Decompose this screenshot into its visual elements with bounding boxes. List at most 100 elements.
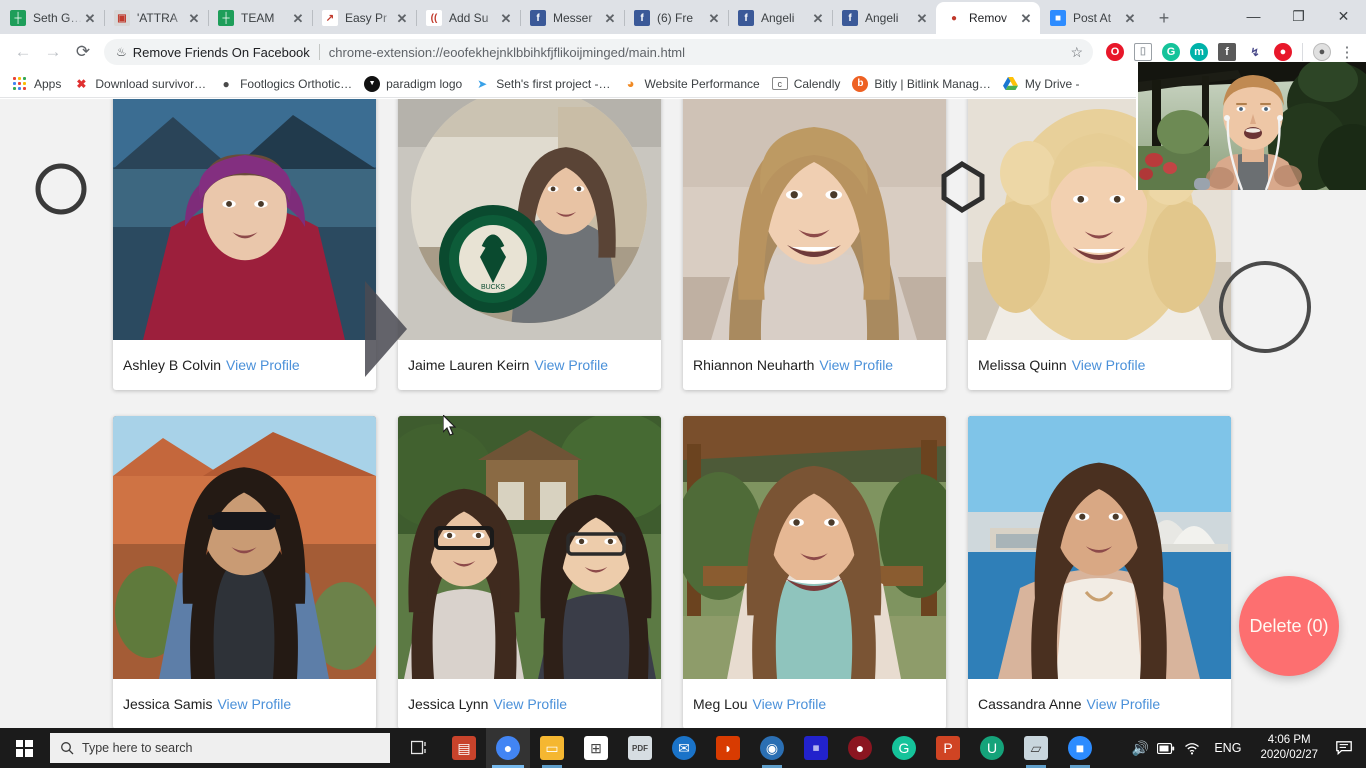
view-profile-link[interactable]: View Profile xyxy=(534,357,608,373)
numerology-icon[interactable]: ▦ xyxy=(794,728,838,768)
browser-tab-title: Angeli xyxy=(865,11,899,25)
remove-friends-app-icon[interactable]: ● xyxy=(838,728,882,768)
speaker-icon[interactable]: 🔊 xyxy=(1127,728,1153,768)
winrar-icon[interactable]: ▤ xyxy=(442,728,486,768)
google-chrome-icon[interactable]: ● xyxy=(486,728,530,768)
task-view-icon[interactable] xyxy=(398,728,442,768)
tab-close-icon[interactable]: ✕ xyxy=(394,10,410,26)
address-bar[interactable]: ♨ Remove Friends On Facebook chrome-exte… xyxy=(104,39,1093,65)
back-button[interactable]: ← xyxy=(8,37,38,67)
delete-button[interactable]: Delete (0) xyxy=(1239,576,1339,676)
start-button[interactable] xyxy=(0,728,48,768)
grammarly-app-icon[interactable]: G xyxy=(882,728,926,768)
bookmark-2[interactable]: ✖ Download survivor… xyxy=(69,74,214,94)
view-profile-link[interactable]: View Profile xyxy=(226,357,300,373)
notification-center-icon[interactable] xyxy=(1328,728,1360,768)
facebook-icon: f xyxy=(842,10,858,26)
tab-close-icon[interactable]: ✕ xyxy=(290,10,306,26)
calendly-icon: c xyxy=(771,77,788,90)
browser-tab-3[interactable]: ┼ TEAM ✕ xyxy=(208,2,312,34)
thunderbird-icon[interactable]: ✉ xyxy=(662,728,706,768)
opera-gx-icon[interactable]: O xyxy=(1102,39,1128,65)
tab-close-icon[interactable]: ✕ xyxy=(914,10,930,26)
reload-button[interactable]: ⟳ xyxy=(68,37,98,67)
bookmark-7[interactable]: c Calendly xyxy=(768,75,849,93)
tab-close-icon[interactable]: ✕ xyxy=(810,10,826,26)
tab-close-icon[interactable]: ✕ xyxy=(186,10,202,26)
wifi-icon[interactable] xyxy=(1179,728,1205,768)
iobit-uninstaller-icon[interactable]: U xyxy=(970,728,1014,768)
view-profile-link[interactable]: View Profile xyxy=(1072,357,1146,373)
browser-tab-6[interactable]: f Messer ✕ xyxy=(520,2,624,34)
browser-tab-8[interactable]: f Angeli ✕ xyxy=(728,2,832,34)
taskbar-search-input[interactable]: Type here to search xyxy=(50,733,390,763)
bookmark-4[interactable]: ▼ paradigm logo xyxy=(360,74,470,94)
address-bar-url[interactable]: chrome-extension://eoofekhejnklbbihkfjfl… xyxy=(329,45,1063,60)
friend-photo[interactable] xyxy=(683,416,946,679)
language-indicator[interactable]: ENG xyxy=(1205,741,1250,755)
browser-tab-5[interactable]: ((Add Su ✕ xyxy=(416,2,520,34)
friend-photo[interactable] xyxy=(968,416,1231,679)
tab-close-icon[interactable]: ✕ xyxy=(498,10,514,26)
battery-icon[interactable] xyxy=(1153,728,1179,768)
tab-close-icon[interactable]: ✕ xyxy=(82,10,98,26)
drop-icon: ◕ xyxy=(626,76,635,91)
minimize-button[interactable]: — xyxy=(1231,0,1276,32)
bookmark-9[interactable]: My Drive - xyxy=(999,74,1088,94)
browser-tab-title: Seth G… xyxy=(33,11,82,25)
tab-close-icon[interactable]: ✕ xyxy=(602,10,618,26)
image-icon: ▣ xyxy=(114,10,130,26)
friend-card[interactable]: Ashley B Colvin View Profile xyxy=(113,99,376,390)
friend-card-label: Jessica Samis View Profile xyxy=(113,679,376,728)
friend-card[interactable]: Cassandra Anne View Profile xyxy=(968,416,1231,728)
tab-close-icon[interactable]: ✕ xyxy=(1122,10,1138,26)
bookmark-3[interactable]: ● Footlogics Orthotic… xyxy=(214,74,360,94)
powerpoint-icon[interactable]: P xyxy=(926,728,970,768)
friend-card[interactable]: Rhiannon Neuharth View Profile xyxy=(683,99,946,390)
browser-tab-9[interactable]: f Angeli ✕ xyxy=(832,2,936,34)
forward-button[interactable]: → xyxy=(38,37,68,67)
view-profile-link[interactable]: View Profile xyxy=(819,357,893,373)
apps-grid-icon xyxy=(12,76,28,92)
view-profile-link[interactable]: View Profile xyxy=(1087,696,1161,712)
browser-tab-7[interactable]: f (6) Fre ✕ xyxy=(624,2,728,34)
friend-card[interactable]: BUCKS FEAR THE DEER Jaime Lauren KeirnVi… xyxy=(398,99,661,390)
friend-photo[interactable] xyxy=(113,99,376,340)
file-explorer-icon[interactable]: ▭ xyxy=(530,728,574,768)
new-tab-button[interactable]: + xyxy=(1150,4,1178,32)
maximize-button[interactable]: ❐ xyxy=(1276,0,1321,32)
bookmark-5[interactable]: ➤ Seth's first project -… xyxy=(470,74,618,94)
camtasia-icon[interactable]: ◉ xyxy=(750,728,794,768)
microsoft-store-icon[interactable]: ⊞ xyxy=(574,728,618,768)
view-profile-link[interactable]: View Profile xyxy=(217,696,291,712)
friend-card[interactable]: Jessica Lynn View Profile xyxy=(398,416,661,728)
friend-photo[interactable] xyxy=(398,416,661,679)
browser-tab-1[interactable]: ┼ Seth G… ✕ xyxy=(0,2,104,34)
taskbar-clock[interactable]: 4:06 PM 2020/02/27 xyxy=(1250,733,1328,763)
friend-photo[interactable] xyxy=(683,99,946,340)
remove-friends-icon-glyph: ● xyxy=(1274,43,1292,61)
bookmark-6[interactable]: ◕ Website Performance xyxy=(619,74,768,94)
bookmark-8[interactable]: b Bitly | Bitlink Manag… xyxy=(848,74,999,94)
tab-close-icon[interactable]: ✕ xyxy=(706,10,722,26)
friend-card[interactable]: Meg Lou View Profile xyxy=(683,416,946,728)
mailtrack-icon-glyph: m xyxy=(1190,43,1208,61)
view-profile-link[interactable]: View Profile xyxy=(752,696,826,712)
pdf-reader-icon[interactable]: PDF xyxy=(618,728,662,768)
friend-card[interactable]: Jessica Samis View Profile xyxy=(113,416,376,728)
runner-icon-glyph: ↯ xyxy=(1246,43,1264,61)
notes-icon[interactable]: ▱ xyxy=(1014,728,1058,768)
office-icon[interactable]: ◗ xyxy=(706,728,750,768)
friend-photo[interactable] xyxy=(113,416,376,679)
friend-photo[interactable]: BUCKS FEAR THE DEER xyxy=(398,99,661,340)
zoom-icon[interactable]: ■ xyxy=(1058,728,1102,768)
view-profile-link[interactable]: View Profile xyxy=(493,696,567,712)
tab-close-icon[interactable]: ✕ xyxy=(1018,10,1034,26)
browser-tab-2[interactable]: ▣ 'ATTRA ✕ xyxy=(104,2,208,34)
bookmark-star-icon[interactable]: ☆ xyxy=(1062,44,1083,61)
browser-tab-4[interactable]: ↗ Easy Pr ✕ xyxy=(312,2,416,34)
browser-tab-10[interactable]: ● Remov ✕ xyxy=(936,2,1040,34)
bookmark-1[interactable]: Apps xyxy=(8,74,69,94)
close-window-button[interactable]: ✕ xyxy=(1321,0,1366,32)
browser-tab-11[interactable]: ■ Post At ✕ xyxy=(1040,2,1144,34)
